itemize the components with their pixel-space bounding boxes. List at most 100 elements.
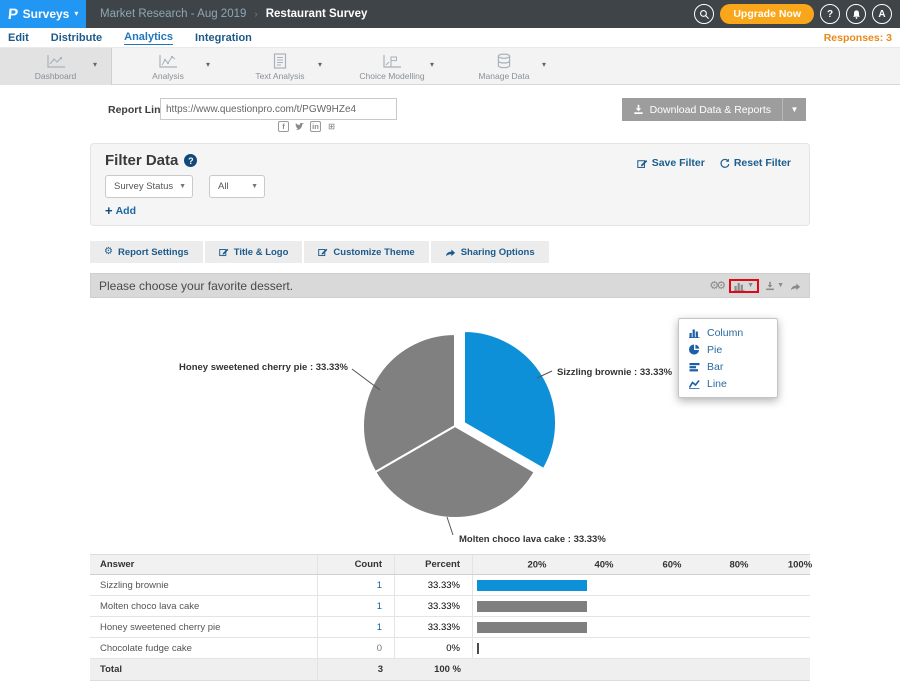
pie-label-sizzling-brownie: Sizzling brownie : 33.33% [557, 367, 673, 378]
pencil-square-icon [637, 158, 648, 169]
tab-report-settings[interactable]: ⚙ Report Settings [90, 241, 203, 263]
chart-type-menu: Column Pie Bar Line [678, 318, 778, 398]
filter-help-icon[interactable]: ? [184, 154, 197, 167]
percent-bar [477, 601, 587, 612]
answer-label: Molten choco lava cake [90, 596, 318, 616]
chevron-down-icon[interactable]: ▾ [542, 60, 546, 69]
download-data-reports-button[interactable]: Download Data & Reports [622, 98, 782, 121]
embed-icon[interactable]: ⊞ [326, 121, 337, 132]
pencil-square-icon [318, 247, 328, 257]
toolbar-tab-manage-data[interactable]: Manage Data ▾ [448, 48, 560, 85]
toolbar-tab-choice-modelling[interactable]: Choice Modelling ▾ [336, 48, 448, 85]
topbar: P Surveys ▾ Market Research - Aug 2019 ›… [0, 0, 900, 28]
toolbar-tab-label: Dashboard [35, 71, 77, 81]
menu-item-column[interactable]: Column [679, 324, 777, 341]
pie-label-honey-sweetened-cherry-pie: Honey sweetened cherry pie : 33.33% [179, 362, 349, 373]
search-icon [699, 9, 710, 20]
question-title: Please choose your favorite dessert. [99, 279, 293, 293]
nav-item-analytics[interactable]: Analytics [124, 31, 173, 45]
line-chart-icon [46, 53, 66, 69]
column-chart-icon [689, 328, 700, 338]
filter-title: Filter Data [105, 152, 178, 169]
download-icon [633, 104, 644, 115]
download-options-caret[interactable]: ▼ [782, 98, 806, 121]
count-value: 0 [318, 638, 395, 658]
chart-type-button[interactable]: ▼ [734, 281, 754, 291]
survey-status-select[interactable]: Survey Status ▼ [105, 175, 193, 198]
chevron-down-icon[interactable]: ▾ [93, 60, 97, 69]
question-settings-icon[interactable]: ⚙⚙ [709, 279, 723, 292]
count-link[interactable]: 1 [318, 596, 395, 616]
toolbar-tab-label: Manage Data [478, 71, 529, 81]
header-scale: 20% 40% 60% 80% 100% [473, 555, 810, 574]
toolbar-tab-analysis[interactable]: Analysis ▾ [112, 48, 224, 85]
filter-panel: Filter Data ? Save Filter Reset Filter S… [90, 143, 810, 226]
upgrade-button[interactable]: Upgrade Now [720, 4, 814, 24]
count-link[interactable]: 1 [318, 617, 395, 637]
question-chart-panel: Please choose your favorite dessert. ⚙⚙ … [90, 273, 810, 554]
save-filter-button[interactable]: Save Filter [637, 157, 705, 169]
surveys-product-menu[interactable]: P Surveys ▾ [0, 0, 86, 28]
gears-icon: ⚙ [104, 247, 113, 257]
facebook-icon[interactable]: f [278, 121, 289, 132]
twitter-icon[interactable] [294, 121, 305, 132]
toolbar-tab-text-analysis[interactable]: Text Analysis ▾ [224, 48, 336, 85]
total-label: Total [90, 659, 318, 680]
tab-sharing-options[interactable]: Sharing Options [431, 241, 549, 263]
bar-chart-icon [689, 362, 700, 372]
report-link-input[interactable] [160, 98, 397, 120]
chevron-down-icon[interactable]: ▾ [206, 60, 210, 69]
menu-item-pie[interactable]: Pie [679, 341, 777, 358]
survey-status-value: Survey Status [114, 181, 173, 192]
menu-item-line[interactable]: Line [679, 375, 777, 392]
notifications-button[interactable] [846, 4, 866, 24]
reset-filter-label: Reset Filter [734, 157, 791, 169]
share-arrow-icon [790, 281, 801, 291]
scale-tick: 60% [662, 559, 681, 570]
chart-type-icon [734, 281, 745, 291]
question-download-button[interactable]: ▼ [765, 281, 784, 291]
tab-label: Customize Theme [333, 247, 414, 258]
dashboard-content: Report Link f in ⊞ Download Data & Repor… [90, 85, 810, 681]
bell-icon [851, 9, 862, 20]
topbar-actions: Upgrade Now ? A [694, 4, 900, 24]
percent-value: 33.33% [395, 596, 473, 616]
nav-item-integration[interactable]: Integration [195, 32, 252, 44]
add-filter-button[interactable]: + Add [105, 204, 136, 217]
report-link-label: Report Link [108, 104, 166, 116]
count-link[interactable]: 1 [318, 575, 395, 595]
chevron-down-icon[interactable]: ▾ [318, 60, 322, 69]
chevron-down-icon: ▼ [251, 183, 258, 190]
toolbar-tab-label: Text Analysis [255, 71, 304, 81]
answer-label: Honey sweetened cherry pie [90, 617, 318, 637]
question-share-button[interactable] [790, 281, 801, 291]
percent-bar [477, 580, 587, 591]
responses-count[interactable]: Responses: 3 [824, 32, 892, 44]
pie-label-molten-choco-lava-cake: Molten choco lava cake : 33.33% [459, 534, 606, 545]
survey-status-option-select[interactable]: All ▼ [209, 175, 265, 198]
question-header: Please choose your favorite dessert. ⚙⚙ … [90, 273, 810, 298]
table-row: Honey sweetened cherry pie 1 33.33% [90, 617, 810, 638]
breadcrumb-current: Restaurant Survey [266, 8, 368, 20]
reset-filter-button[interactable]: Reset Filter [719, 157, 791, 169]
breadcrumb-parent[interactable]: Market Research - Aug 2019 [100, 8, 246, 20]
tab-customize-theme[interactable]: Customize Theme [304, 241, 428, 263]
tab-label: Sharing Options [461, 247, 535, 258]
menu-item-bar[interactable]: Bar [679, 358, 777, 375]
nav-item-edit[interactable]: Edit [8, 32, 29, 44]
search-button[interactable] [694, 4, 714, 24]
tab-title-logo[interactable]: Title & Logo [205, 241, 303, 263]
linkedin-icon[interactable]: in [310, 121, 321, 132]
chevron-down-icon: ▾ [74, 10, 78, 18]
chevron-down-icon[interactable]: ▾ [430, 60, 434, 69]
analytics-toolbar: Dashboard ▾ Analysis ▾ Text Analysis ▾ C… [0, 48, 900, 85]
nav-item-distribute[interactable]: Distribute [51, 32, 102, 44]
avatar-button[interactable]: A [872, 4, 892, 24]
table-row: Molten choco lava cake 1 33.33% [90, 596, 810, 617]
database-icon [496, 53, 512, 69]
help-button[interactable]: ? [820, 4, 840, 24]
scale-tick: 80% [729, 559, 748, 570]
survey-status-option-value: All [218, 181, 229, 192]
tab-label: Report Settings [118, 247, 189, 258]
toolbar-tab-dashboard[interactable]: Dashboard ▾ [0, 48, 112, 85]
